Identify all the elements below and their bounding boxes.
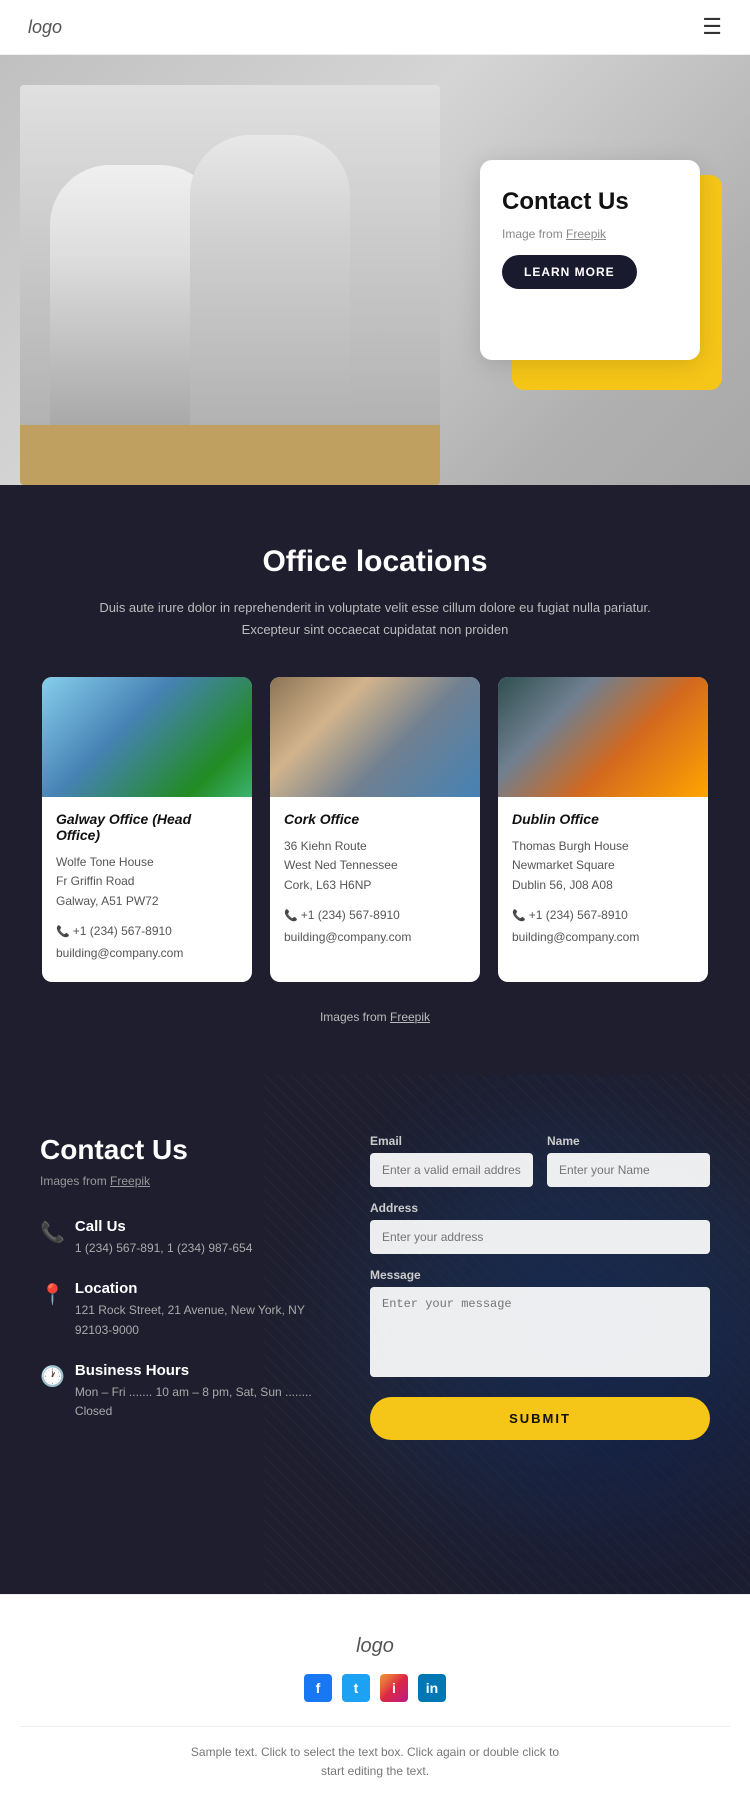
contact-call-item: 📞 Call Us 1 (234) 567-891, 1 (234) 987-6…: [40, 1218, 330, 1258]
galway-office-name: Galway Office (Head Office): [56, 811, 238, 843]
office-freepik-ref: Images from Freepik: [30, 1010, 720, 1024]
galway-email: building@company.com: [56, 943, 238, 965]
office-card-dublin: Dublin Office Thomas Burgh House Newmark…: [498, 677, 708, 982]
contact-section: Contact Us Images from Freepik 📞 Call Us…: [0, 1074, 750, 1594]
hero-people-area: [20, 85, 440, 485]
social-icons-container: f t i in: [20, 1674, 730, 1702]
message-input[interactable]: [370, 1287, 710, 1377]
message-label: Message: [370, 1268, 710, 1282]
cork-office-name: Cork Office: [284, 811, 466, 827]
cork-office-image: [270, 677, 480, 797]
submit-button[interactable]: SUBMIT: [370, 1397, 710, 1440]
address-input[interactable]: [370, 1220, 710, 1254]
office-section: Office locations Duis aute irure dolor i…: [0, 485, 750, 1074]
name-form-group: Name: [547, 1134, 710, 1187]
linkedin-icon[interactable]: in: [418, 1674, 446, 1702]
name-input[interactable]: [547, 1153, 710, 1187]
message-form-group: Message: [370, 1268, 710, 1377]
footer-divider: [20, 1726, 730, 1727]
learn-more-button[interactable]: LEARN MORE: [502, 255, 637, 289]
hero-contact-card: Contact Us Image from Freepik LEARN MORE: [480, 160, 700, 360]
cork-contact-info: +1 (234) 567-8910 building@company.com: [284, 905, 466, 948]
galway-office-image: [42, 677, 252, 797]
contact-hours-item: 🕐 Business Hours Mon – Fri ....... 10 am…: [40, 1362, 330, 1421]
hero-freepik-ref: Image from Freepik: [502, 227, 606, 241]
office-cards-container: Galway Office (Head Office) Wolfe Tone H…: [30, 677, 720, 982]
facebook-icon[interactable]: f: [304, 1674, 332, 1702]
contact-title: Contact Us: [40, 1134, 330, 1166]
name-label: Name: [547, 1134, 710, 1148]
footer-logo: logo: [20, 1635, 730, 1658]
address-form-group: Address: [370, 1201, 710, 1254]
contact-info-panel: Contact Us Images from Freepik 📞 Call Us…: [40, 1134, 330, 1421]
office-section-title: Office locations: [30, 545, 720, 579]
nav-logo: logo: [28, 17, 62, 38]
location-title: Location: [75, 1280, 330, 1297]
hours-text: Mon – Fri ....... 10 am – 8 pm, Sat, Sun…: [75, 1383, 330, 1421]
footer-sample-text: Sample text. Click to select the text bo…: [20, 1743, 730, 1781]
contact-location-item: 📍 Location 121 Rock Street, 21 Avenue, N…: [40, 1280, 330, 1339]
hero-card-title: Contact Us: [502, 188, 629, 217]
hamburger-menu[interactable]: ☰: [702, 14, 722, 40]
email-form-group: Email: [370, 1134, 533, 1187]
location-address: 121 Rock Street, 21 Avenue, New York, NY…: [75, 1301, 330, 1339]
contact-freepik-link[interactable]: Freepik: [110, 1174, 150, 1188]
call-numbers: 1 (234) 567-891, 1 (234) 987-654: [75, 1239, 252, 1258]
dublin-contact-info: +1 (234) 567-8910 building@company.com: [512, 905, 694, 948]
location-icon: 📍: [40, 1282, 65, 1307]
phone-icon: 📞: [40, 1220, 65, 1245]
dublin-office-image: [498, 677, 708, 797]
hero-section: Contact Us Image from Freepik LEARN MORE: [0, 55, 750, 485]
hours-title: Business Hours: [75, 1362, 330, 1379]
hero-freepik-link[interactable]: Freepik: [566, 227, 606, 241]
twitter-icon[interactable]: t: [342, 1674, 370, 1702]
dublin-phone: +1 (234) 567-8910: [512, 905, 694, 927]
office-subtitle: Duis aute irure dolor in reprehenderit i…: [30, 597, 720, 641]
galway-contact-info: +1 (234) 567-8910 building@company.com: [56, 921, 238, 964]
call-us-title: Call Us: [75, 1218, 252, 1235]
office-card-cork: Cork Office 36 Kiehn Route West Ned Tenn…: [270, 677, 480, 982]
footer: logo f t i in Sample text. Click to sele…: [0, 1594, 750, 1801]
contact-form-panel: Email Name Address Message SUBMIT: [370, 1134, 710, 1440]
form-row-email-name: Email Name: [370, 1134, 710, 1187]
galway-phone: +1 (234) 567-8910: [56, 921, 238, 943]
email-label: Email: [370, 1134, 533, 1148]
hours-icon: 🕐: [40, 1364, 65, 1389]
office-card-galway: Galway Office (Head Office) Wolfe Tone H…: [42, 677, 252, 982]
cork-phone: +1 (234) 567-8910: [284, 905, 466, 927]
cork-office-address: 36 Kiehn Route West Ned Tennessee Cork, …: [284, 837, 466, 895]
dublin-office-name: Dublin Office: [512, 811, 694, 827]
office-freepik-link[interactable]: Freepik: [390, 1010, 430, 1024]
address-label: Address: [370, 1201, 710, 1215]
dublin-email: building@company.com: [512, 927, 694, 949]
contact-freepik-ref: Images from Freepik: [40, 1174, 330, 1188]
email-input[interactable]: [370, 1153, 533, 1187]
instagram-icon[interactable]: i: [380, 1674, 408, 1702]
galway-office-address: Wolfe Tone House Fr Griffin Road Galway,…: [56, 853, 238, 911]
cork-email: building@company.com: [284, 927, 466, 949]
navbar: logo ☰: [0, 0, 750, 55]
dublin-office-address: Thomas Burgh House Newmarket Square Dubl…: [512, 837, 694, 895]
